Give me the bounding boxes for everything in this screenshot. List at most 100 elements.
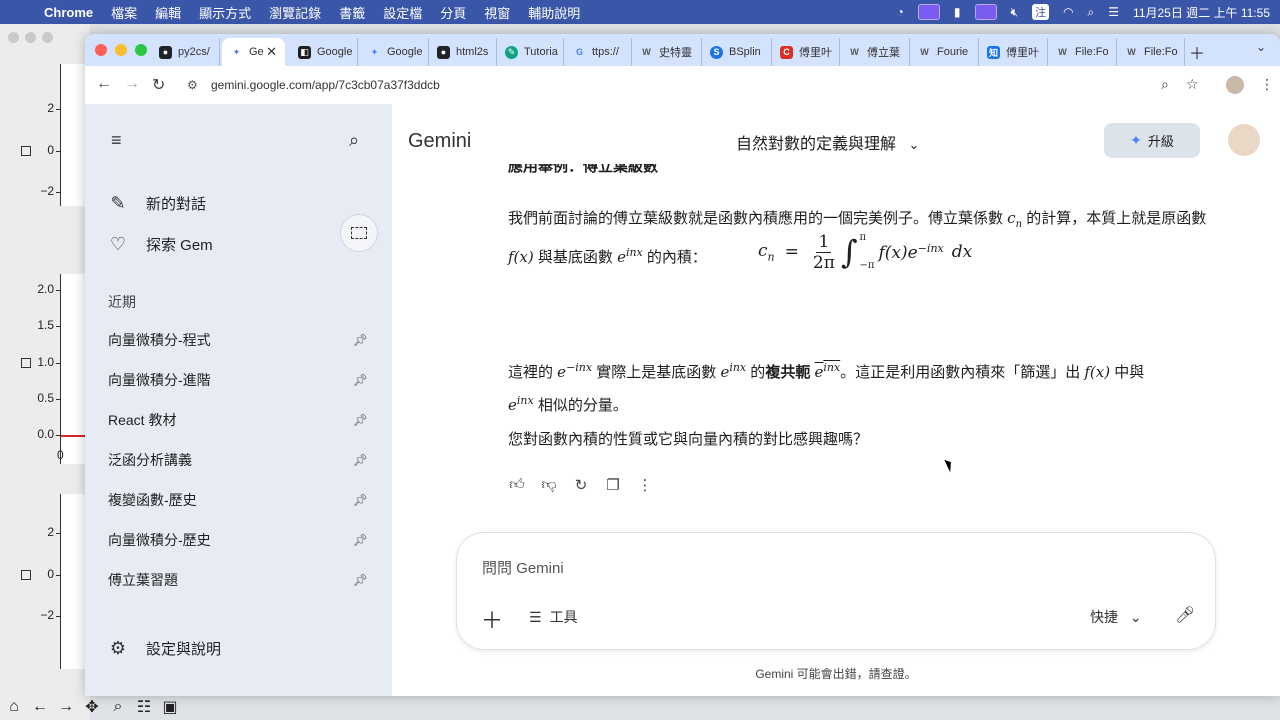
configure-subplots-icon[interactable]: ☷ <box>134 697 154 717</box>
tab[interactable]: W 傅立葉 <box>840 38 910 66</box>
recent-item[interactable]: 向量微積分-進階 📌︎ <box>108 368 368 392</box>
home-icon[interactable]: ⌂ <box>4 697 24 717</box>
upgrade-button[interactable]: ✦ 升級 <box>1104 123 1200 158</box>
pan-icon[interactable]: ✥ <box>82 697 102 717</box>
menu-tab[interactable]: 分頁 <box>440 3 466 22</box>
zoom-icon[interactable]: ⌕ <box>1161 76 1169 93</box>
back-arrow-icon[interactable]: ← <box>30 697 50 717</box>
pin-icon[interactable]: 📌︎ <box>353 373 368 387</box>
zoom-icon[interactable]: ⌕ <box>108 697 128 717</box>
new-tab-icon[interactable]: ＋ <box>1189 40 1205 64</box>
more-options-icon[interactable]: ⋮ <box>636 476 654 494</box>
menu-icon[interactable]: ≡ <box>111 130 122 151</box>
tools-button[interactable]: ☰ 工具 <box>529 607 578 627</box>
menu-file[interactable]: 檔案 <box>111 3 137 22</box>
tab[interactable]: ● html2s <box>429 38 497 66</box>
control-center-icon[interactable]: ☰ <box>1108 5 1119 19</box>
input-method-icon[interactable]: 注 <box>1032 4 1050 20</box>
battery-icon[interactable]: ▮ <box>954 5 961 19</box>
add-attachment-icon[interactable]: ＋ <box>481 603 503 635</box>
prompt-input-box[interactable]: 問問 Gemini ＋ ☰ 工具 快捷 ⌄ 🎤︎ <box>456 532 1216 650</box>
close-tab-icon[interactable]: ✕ <box>266 44 277 60</box>
regenerate-icon[interactable]: ↻ <box>572 476 590 494</box>
settings-help-button[interactable]: ⚙ 設定與說明 <box>108 638 221 659</box>
bookmark-star-icon[interactable]: ☆ <box>1186 76 1199 93</box>
pin-icon[interactable]: 📌︎ <box>353 453 368 467</box>
upper-limit: π <box>859 232 867 243</box>
menu-app-chrome[interactable]: Chrome <box>44 5 93 20</box>
prompt-placeholder[interactable]: 問問 Gemini <box>482 557 564 578</box>
tab[interactable]: ● py2cs/ <box>151 38 220 66</box>
pin-icon[interactable]: 📌︎ <box>353 573 368 587</box>
tab[interactable]: ✎ Tutoria <box>497 38 564 66</box>
menu-window[interactable]: 視窗 <box>484 3 510 22</box>
close-window-button[interactable] <box>95 44 107 56</box>
menu-view[interactable]: 顯示方式 <box>199 3 251 22</box>
wifi-icon[interactable]: ◠ <box>1063 5 1073 19</box>
menubar-clock[interactable]: 11月25日 週二 上午 11:55 <box>1133 4 1270 21</box>
tab[interactable]: C 傅里叶 <box>772 38 840 66</box>
temporary-chat-button[interactable] <box>340 214 378 252</box>
tab[interactable]: S BSplin <box>702 38 772 66</box>
back-icon[interactable]: ← <box>96 75 112 93</box>
recent-item[interactable]: React 教材 📌︎ <box>108 408 368 432</box>
zoom-window-button[interactable] <box>135 44 147 56</box>
tab-search-chevron-icon[interactable]: ⌄ <box>1256 40 1266 54</box>
ytick: 1.5 <box>37 318 54 332</box>
thumbs-up-icon[interactable]: 👍︎ <box>508 476 526 494</box>
tab-label: 傅里叶 <box>799 47 832 59</box>
menu-profiles[interactable]: 設定檔 <box>383 3 422 22</box>
tab[interactable]: ✦ Google <box>360 38 429 66</box>
microphone-icon[interactable]: 🎤︎ <box>1175 605 1195 625</box>
menu-edit[interactable]: 編輯 <box>155 3 181 22</box>
forward-arrow-icon[interactable]: → <box>56 697 76 717</box>
search-icon[interactable]: ⌕ <box>349 130 359 151</box>
status-app-icon[interactable]: ◔ <box>897 5 904 19</box>
minimize-window-button[interactable] <box>115 44 127 56</box>
explore-gem-label: 探索 Gem <box>146 237 213 254</box>
tab-label: BSplin <box>729 46 761 58</box>
tab[interactable]: Gttps:// <box>565 38 632 66</box>
menu-help[interactable]: 輔助說明 <box>528 3 580 22</box>
tab[interactable]: W File:Fo <box>1117 38 1185 66</box>
fraction: 1 2π <box>813 232 835 273</box>
address-bar[interactable]: ⚙ gemini.google.com/app/7c3cb07a37f3ddcb <box>177 71 1192 99</box>
pin-icon[interactable]: 📌︎ <box>353 493 368 507</box>
tab[interactable]: 知傅里叶 <box>979 38 1048 66</box>
tab[interactable]: ◧ Google <box>290 38 358 66</box>
ytick: 2 <box>47 101 54 115</box>
recent-item[interactable]: 向量微積分-程式 📌︎ <box>108 328 368 352</box>
mode-selector[interactable]: 快捷 ⌄ <box>1090 607 1142 627</box>
conversation-title-dropdown[interactable]: 自然對數的定義與理解 ⌄ <box>736 130 919 154</box>
screen-record-icon[interactable] <box>917 4 940 20</box>
tab-active[interactable]: ✦ Ge ✕ <box>222 38 285 66</box>
account-avatar[interactable] <box>1228 124 1260 156</box>
pin-icon[interactable]: 📌︎ <box>353 533 368 547</box>
site-info-icon[interactable]: ⚙ <box>187 78 201 92</box>
screen-mirror-icon[interactable] <box>974 4 997 20</box>
thumbs-down-icon[interactable]: 👎︎ <box>540 476 558 494</box>
copy-icon[interactable]: ❐ <box>604 476 622 494</box>
more-menu-icon[interactable]: ⋮ <box>1260 76 1274 93</box>
new-chat-button[interactable]: ✎ 新的對話 <box>108 193 206 214</box>
save-figure-icon[interactable]: ▣ <box>160 697 180 717</box>
pin-icon[interactable]: 📌︎ <box>353 413 368 427</box>
recent-item[interactable]: 泛函分析講義 📌︎ <box>108 448 368 472</box>
reload-icon[interactable]: ↻ <box>152 75 165 95</box>
tab[interactable]: W 史特靈 <box>632 38 702 66</box>
recent-item-label: 泛函分析講義 <box>108 452 192 468</box>
mute-icon[interactable]: 🔇︎ <box>1011 5 1019 20</box>
tab[interactable]: W File:Fo <box>1048 38 1117 66</box>
profile-avatar[interactable] <box>1226 76 1244 94</box>
pin-icon[interactable]: 📌︎ <box>353 333 368 347</box>
menu-history[interactable]: 瀏覽記錄 <box>269 3 321 22</box>
recent-item[interactable]: 向量微積分-歷史 📌︎ <box>108 528 368 552</box>
explore-gem-button[interactable]: ♡ 探索 Gem <box>108 234 213 255</box>
spotlight-icon[interactable]: ⌕ <box>1088 5 1095 20</box>
recent-item[interactable]: 傅立葉習題 📌︎ <box>108 568 368 592</box>
menu-bookmarks[interactable]: 書籤 <box>339 3 365 22</box>
recent-item[interactable]: 複變函數-歷史 📌︎ <box>108 488 368 512</box>
forward-icon[interactable]: → <box>124 75 140 93</box>
tab[interactable]: W Fourie <box>910 38 979 66</box>
gemini-brand[interactable]: Gemini <box>408 130 471 153</box>
